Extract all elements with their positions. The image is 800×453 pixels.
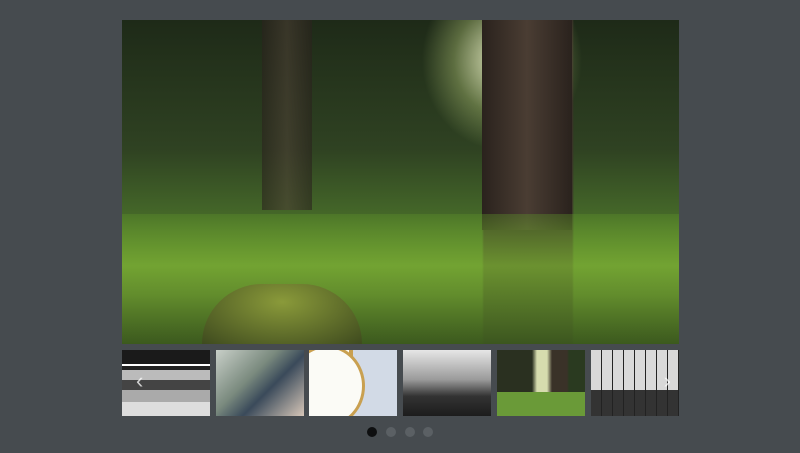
thumbnail-foggy-lake[interactable] [403, 350, 491, 416]
grass [497, 392, 585, 416]
thumbnail-clock[interactable] [309, 350, 397, 416]
tree-trunk [482, 20, 572, 230]
prev-arrow-icon[interactable]: ‹ [136, 370, 143, 392]
main-slide-image [122, 20, 679, 344]
page-dot-1[interactable] [367, 427, 377, 437]
page-dot-2[interactable] [386, 427, 396, 437]
next-arrow-icon[interactable]: › [664, 370, 671, 392]
clock-face [309, 350, 365, 416]
thumbnail-strip: ‹ › [122, 350, 679, 416]
thumbnail-train[interactable]: ‹ [122, 350, 210, 416]
page-dot-4[interactable] [423, 427, 433, 437]
thumbnail-crowd[interactable] [216, 350, 304, 416]
page-dot-3[interactable] [405, 427, 415, 437]
thumbnail-forest[interactable] [497, 350, 585, 416]
thumbnail-railway[interactable]: › [591, 350, 679, 416]
tree-trunk [262, 20, 312, 210]
